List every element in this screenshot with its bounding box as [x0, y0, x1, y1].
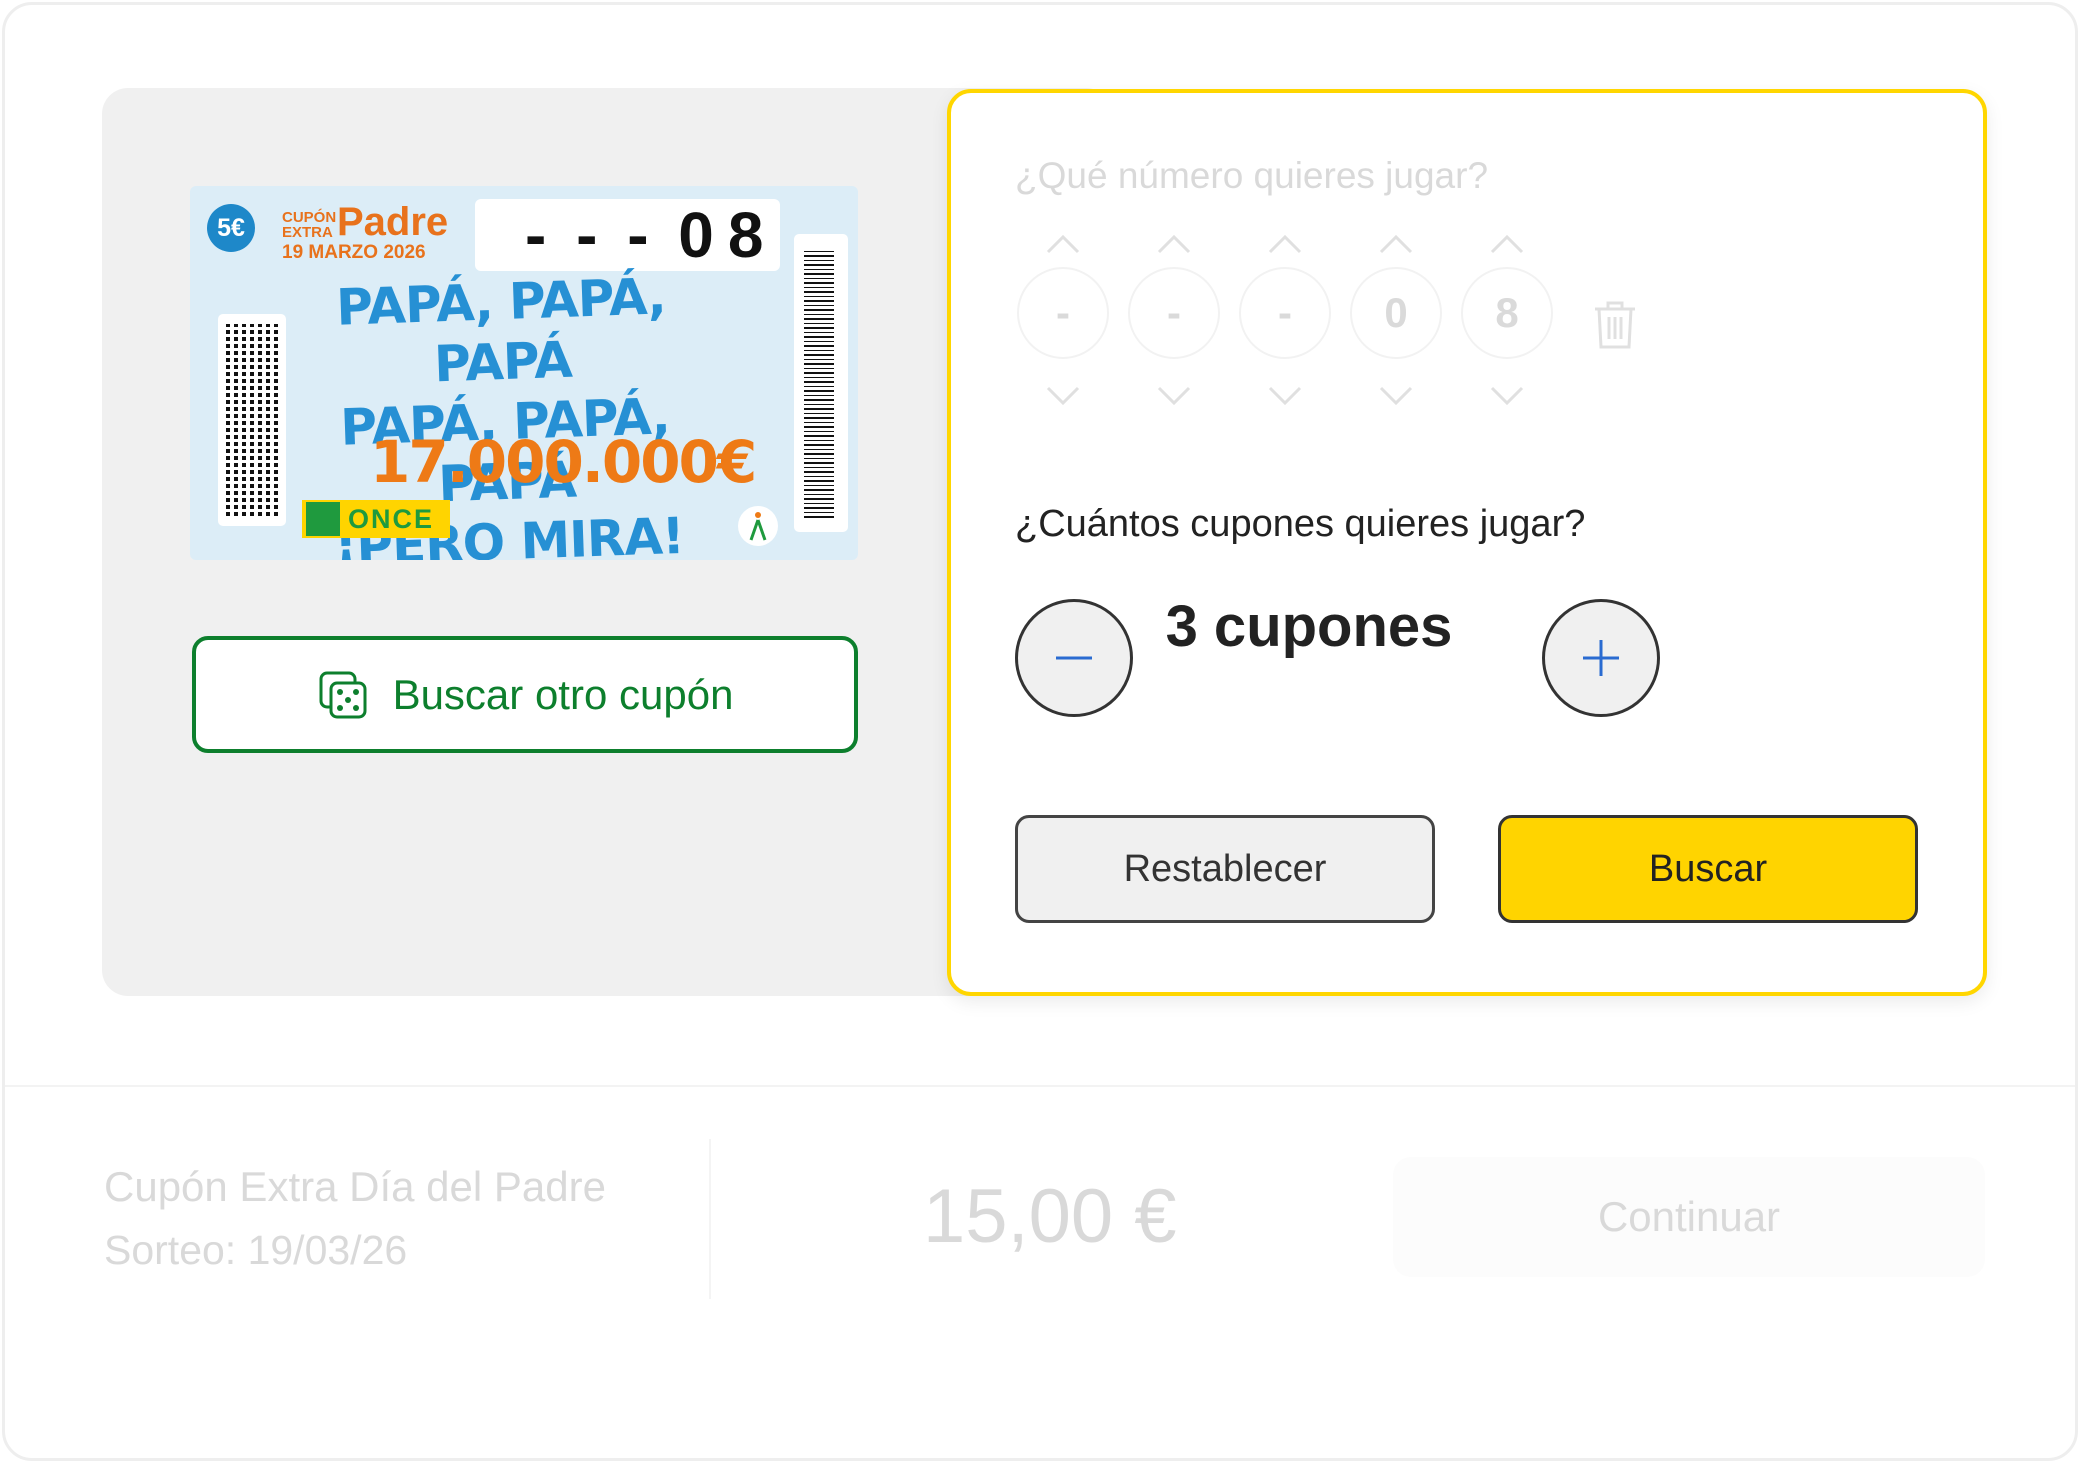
app-frame: 5€ CUPÓN EXTRA Padre 19 MARZO 2026 - - -…	[2, 2, 2078, 1461]
chevron-up-icon[interactable]	[1267, 233, 1303, 255]
digit-value[interactable]: -	[1128, 267, 1220, 359]
number-question: ¿Qué número quieres jugar?	[1015, 155, 1489, 196]
summary-separator	[709, 1139, 711, 1299]
once-logo: ONCE	[302, 500, 450, 538]
digit-value[interactable]: 8	[1461, 267, 1553, 359]
digit-value[interactable]: -	[1239, 267, 1331, 359]
ticket-draw-date: 19 MARZO 2026	[282, 242, 426, 263]
search-other-coupon-label: Buscar otro cupón	[392, 670, 734, 718]
chevron-down-icon[interactable]	[1267, 385, 1303, 407]
chevron-up-icon[interactable]	[1156, 233, 1192, 255]
digit-picker: -	[1015, 233, 1111, 413]
increase-coupons-button[interactable]	[1542, 599, 1660, 717]
barcode	[794, 234, 848, 532]
product-name: Cupón Extra Día del Padre	[104, 1163, 606, 1210]
once-logo-text: ONCE	[348, 503, 435, 534]
coupon-ticket-image: 5€ CUPÓN EXTRA Padre 19 MARZO 2026 - - -…	[190, 186, 858, 560]
dice-icon	[319, 671, 367, 718]
price-badge: 5€	[207, 204, 255, 252]
minus-icon	[1056, 656, 1092, 660]
draw-date: Sorteo: 19/03/26	[104, 1227, 408, 1273]
digit-picker: -	[1237, 233, 1333, 413]
number-selection-card: ¿Qué número quieres jugar? - - - 0 8 ¿Cu…	[947, 89, 1987, 996]
coupons-count: 3 cupones	[1165, 594, 1453, 659]
digit-value[interactable]: -	[1017, 267, 1109, 359]
slogan-line: PAPÁ, PAPÁ, PAPÁ	[335, 267, 667, 394]
accessibility-logo-icon	[738, 506, 778, 546]
digit-value[interactable]: 0	[1350, 267, 1442, 359]
ticket-cupon-label: CUPÓN EXTRA	[282, 209, 337, 241]
divider	[5, 1085, 2075, 1087]
total-price: 15,00 €	[923, 1174, 1177, 1259]
reset-button[interactable]: Restablecer	[1015, 815, 1435, 923]
trash-icon[interactable]	[1591, 299, 1639, 351]
chevron-up-icon[interactable]	[1489, 233, 1525, 255]
continue-button[interactable]: Continuar	[1393, 1157, 1985, 1277]
plus-icon	[1583, 640, 1619, 676]
coupons-question: ¿Cuántos cupones quieres jugar?	[1015, 503, 1586, 545]
ticket-number-dashes: - - -	[525, 199, 655, 271]
chevron-down-icon[interactable]	[1156, 385, 1192, 407]
ticket-brand-word: Padre	[337, 200, 449, 244]
search-other-coupon-button[interactable]: Buscar otro cupón	[192, 636, 858, 753]
once-figure-icon	[306, 502, 340, 536]
ticket-prize: 17.000.000€	[370, 428, 757, 496]
search-button[interactable]: Buscar	[1498, 815, 1918, 923]
chevron-down-icon[interactable]	[1045, 385, 1081, 407]
qr-code	[218, 314, 286, 526]
chevron-up-icon[interactable]	[1378, 233, 1414, 255]
digit-picker: -	[1126, 233, 1222, 413]
digit-picker: 0	[1348, 233, 1444, 413]
digit-picker: 8	[1459, 233, 1555, 413]
ticket-number-box: - - - 08	[475, 199, 780, 271]
decrease-coupons-button[interactable]	[1015, 599, 1133, 717]
ticket-number-digits: 08	[678, 199, 778, 271]
chevron-down-icon[interactable]	[1378, 385, 1414, 407]
chevron-down-icon[interactable]	[1489, 385, 1525, 407]
chevron-up-icon[interactable]	[1045, 233, 1081, 255]
